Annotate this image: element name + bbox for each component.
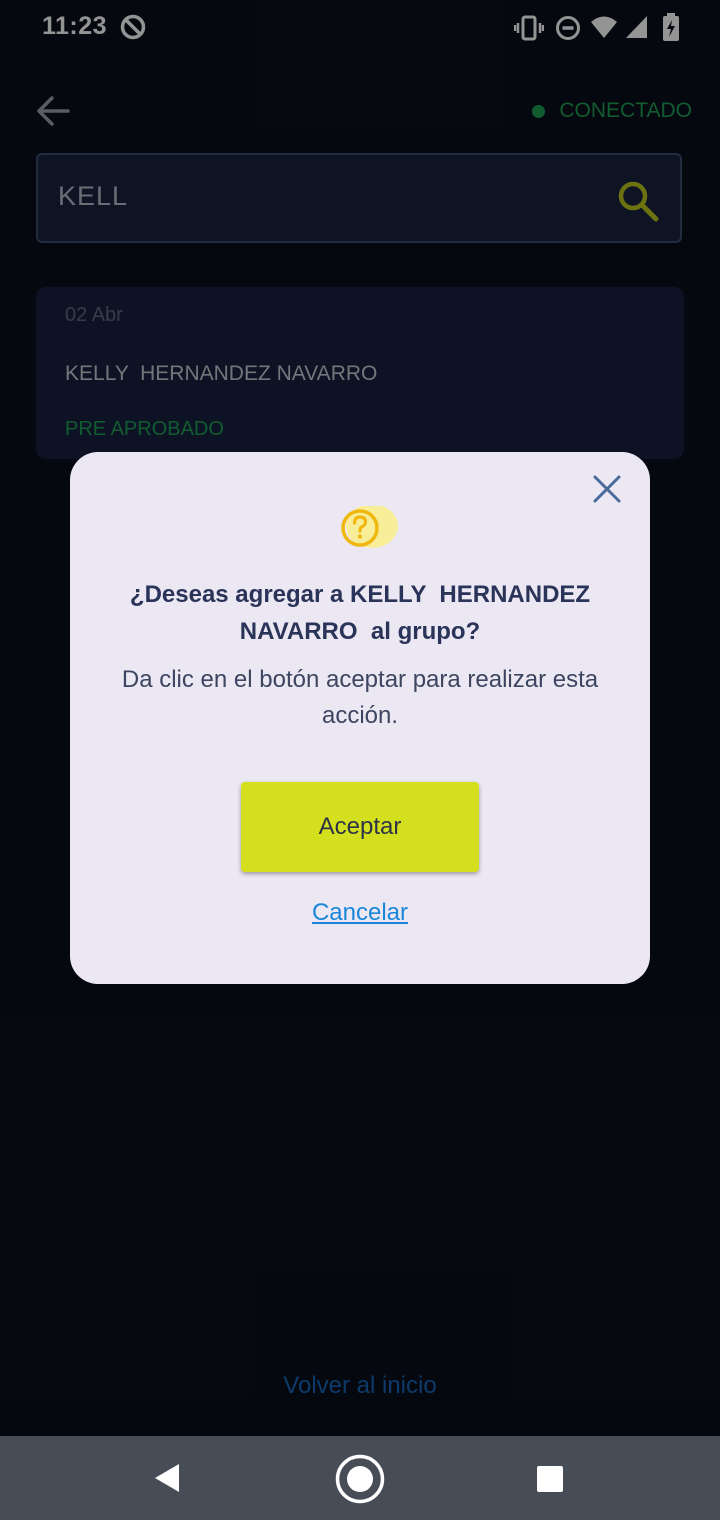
- accept-button[interactable]: Aceptar: [241, 782, 479, 872]
- nav-home-icon[interactable]: [334, 1453, 386, 1505]
- system-nav-bar: [0, 1436, 720, 1520]
- nav-back-icon[interactable]: [152, 1462, 182, 1494]
- dialog-message: Da clic en el botón aceptar para realiza…: [121, 666, 599, 729]
- question-circle-icon: [341, 506, 398, 548]
- confirm-dialog: ¿Deseas agregar a KELLY HERNANDEZ NAVARR…: [70, 452, 650, 984]
- dialog-title: ¿Deseas agregar a KELLY HERNANDEZ NAVARR…: [129, 581, 597, 645]
- close-icon[interactable]: [590, 472, 624, 506]
- nav-recents-icon[interactable]: [536, 1465, 564, 1493]
- cancel-button[interactable]: Cancelar: [70, 899, 650, 927]
